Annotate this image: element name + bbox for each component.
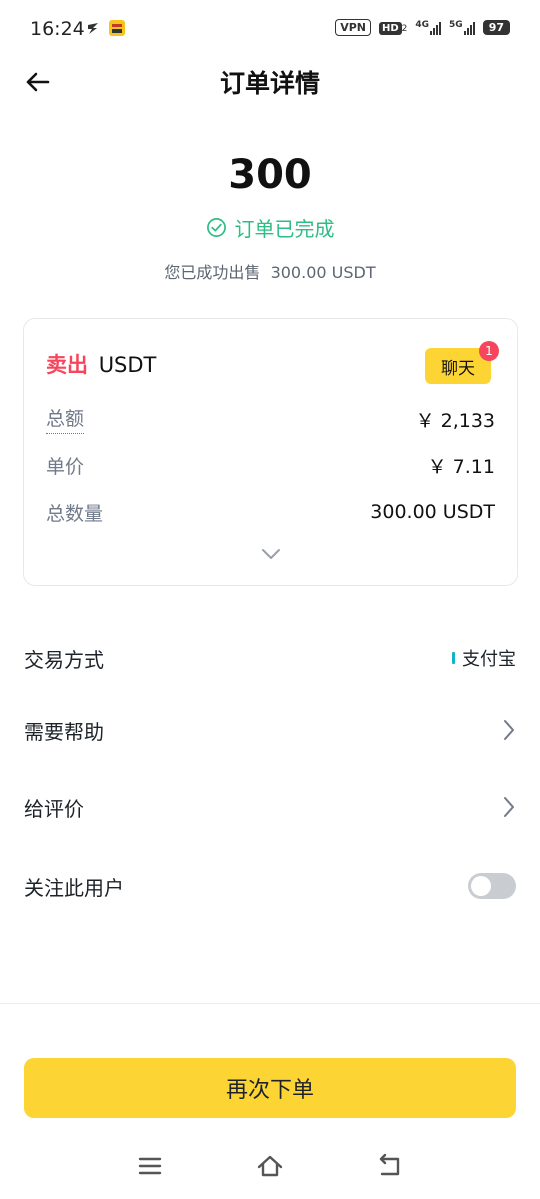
order-type: 卖出 USDT — [46, 349, 156, 379]
chat-unread-badge: 1 — [479, 341, 499, 361]
signal-5g-icon: 5G — [449, 20, 475, 35]
check-circle-icon — [206, 218, 226, 237]
order-status: 订单已完成 — [0, 213, 540, 242]
unit-price-value: ￥ 7.11 — [427, 455, 495, 478]
total-quantity-label: 总数量 — [46, 502, 104, 525]
page-title: 订单详情 — [219, 69, 320, 98]
reorder-button[interactable]: 再次下单 — [24, 1058, 516, 1118]
order-status-text: 订单已完成 — [234, 217, 335, 241]
unit-price-label: 单价 — [46, 455, 85, 478]
vpn-icon: VPN — [335, 19, 371, 36]
total-amount-value: ￥ 2,133 — [415, 409, 495, 432]
chat-button[interactable]: 聊天 1 — [425, 341, 499, 384]
unit-price-row: 单价 ￥ 7.11 — [46, 450, 495, 480]
app-notification-icon — [109, 20, 125, 36]
bottom-divider — [0, 1003, 540, 1004]
hd-icon: HD 2 — [378, 21, 407, 35]
status-left-icons — [86, 19, 126, 37]
signal-4g-icon: 4G — [415, 20, 442, 35]
payment-method-value: 支付宝 — [452, 645, 516, 671]
order-card: 卖出 USDT 聊天 1 总额 ￥ 2,133 单价 ￥ 7.11 总数量 30… — [23, 318, 518, 586]
help-label: 需要帮助 — [24, 719, 104, 744]
status-right-icons: VPN HD 2 4G 5G 97 — [335, 19, 510, 36]
chat-button-label: 聊天 — [441, 358, 475, 379]
order-asset: USDT — [98, 353, 157, 377]
order-description: 您已成功出售 300.00 USDT — [164, 263, 376, 282]
order-side: 卖出 — [46, 353, 88, 377]
battery-icon: 97 — [482, 20, 510, 35]
payment-method-text: 支付宝 — [462, 649, 516, 670]
toggle-knob — [471, 876, 491, 896]
signal-app-icon — [88, 23, 98, 34]
payment-indicator-icon — [452, 652, 455, 664]
review-row[interactable]: 给评价 — [24, 787, 516, 827]
help-row[interactable]: 需要帮助 — [24, 710, 516, 750]
chevron-right-icon[interactable] — [502, 795, 516, 819]
payment-method-row: 交易方式 支付宝 — [24, 638, 516, 678]
order-details-screen: 16:24 VPN HD 2 4G 5G 97 订单详情 300 订单已完成 您… — [0, 0, 540, 1199]
total-quantity-row: 总数量 300.00 USDT — [46, 497, 495, 527]
order-amount: 300 — [228, 152, 312, 198]
total-amount-row: 总额 ￥ 2,133 — [46, 404, 495, 434]
total-quantity-value: 300.00 USDT — [370, 501, 495, 523]
chevron-down-icon[interactable] — [260, 547, 282, 561]
chevron-right-icon[interactable] — [502, 718, 516, 742]
total-amount-label[interactable]: 总额 — [46, 404, 85, 434]
menu-icon[interactable] — [136, 1152, 164, 1180]
follow-user-toggle[interactable] — [468, 873, 516, 899]
home-icon[interactable] — [256, 1152, 284, 1180]
follow-user-row: 关注此用户 — [24, 866, 516, 906]
follow-user-label: 关注此用户 — [24, 875, 124, 900]
review-label: 给评价 — [24, 796, 84, 821]
payment-method-label: 交易方式 — [24, 647, 104, 672]
status-bar: 16:24 VPN HD 2 4G 5G 97 — [0, 0, 540, 60]
status-time: 16:24 — [30, 18, 85, 40]
back-nav-icon[interactable] — [376, 1152, 404, 1180]
